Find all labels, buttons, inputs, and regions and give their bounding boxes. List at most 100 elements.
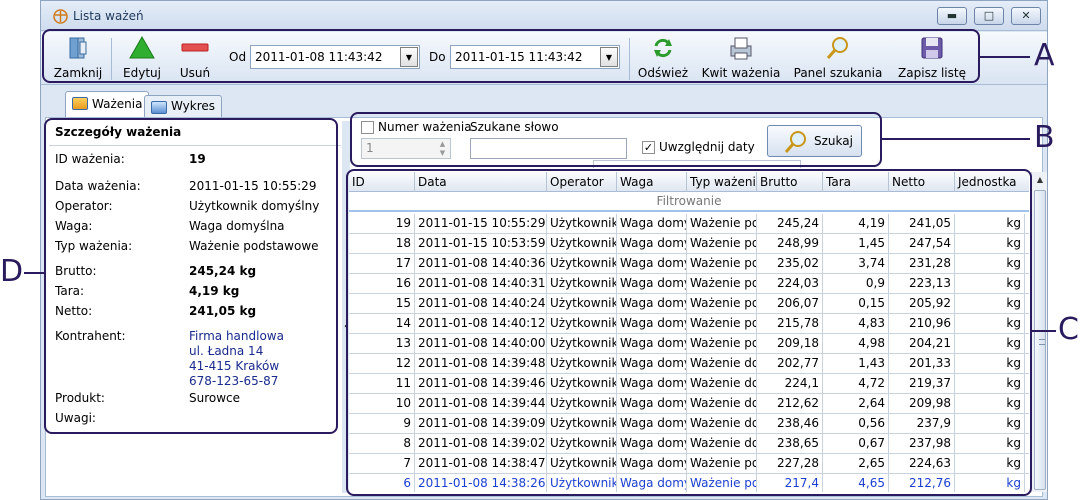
table-row[interactable]: 192011-01-15 10:55:29Użytkownik domyślny… [349,214,1029,234]
table-cell: kg [955,254,1025,274]
dropdown-arrow-icon[interactable]: ▼ [400,47,418,67]
search-word-input[interactable] [470,138,627,159]
table-cell: Ważenie dorywcze [687,434,757,454]
table-row[interactable]: 182011-01-15 10:53:59Użytkownik domyślny… [349,234,1029,254]
table-row[interactable]: 102011-01-08 14:39:44Użytkownik domyślny… [349,394,1029,414]
table-cell: 15 [349,294,415,314]
table-cell: Ważenie podstawowe [687,474,757,492]
search-panel-label: Panel szukania [793,66,883,80]
save-list-label: Zapisz listę [898,66,966,80]
table-cell: 227,28 [757,454,823,474]
table-cell: Ważenie dorywcze [687,414,757,434]
vertical-scrollbar[interactable]: ▲ [1031,172,1047,492]
table-cell: Ważenie podstawowe [687,314,757,334]
table-cell: 2,64 [823,394,889,414]
save-list-button[interactable]: Zapisz listę [893,35,971,83]
table-row[interactable]: 132011-01-08 14:40:00Użytkownik domyślny… [349,334,1029,354]
spin-down-icon[interactable]: ▼ [437,149,448,157]
table-cell: 223,13 [889,274,955,294]
table-row[interactable]: 142011-01-08 14:40:12Użytkownik domyślny… [349,314,1029,334]
to-date-combo[interactable]: 2011-01-15 11:43:42 ▼ [450,45,620,69]
table-cell: 245,24 [757,214,823,234]
table-cell: 2011-01-08 14:40:24 [415,294,547,314]
detail-label: Operator: [55,199,113,213]
table-cell: 19 [349,214,415,234]
table-row[interactable]: 62011-01-08 14:38:26Użytkownik domyślnyW… [349,474,1029,492]
panel-toggle-tab[interactable] [593,160,801,168]
grip-icon [1039,339,1045,345]
table-row[interactable]: 112011-01-08 14:39:46Użytkownik domyślny… [349,374,1029,394]
search-button-label: Szukaj [814,134,853,148]
column-header[interactable]: Brutto [757,175,823,189]
detail-label: Uwagi: [55,411,96,425]
minimize-button[interactable]: ▬ [937,7,967,25]
search-panel-button[interactable]: Panel szukania [791,35,885,83]
maximize-button[interactable]: □ [974,7,1004,25]
dropdown-arrow-icon[interactable]: ▼ [600,47,618,67]
number-checkbox[interactable] [361,121,374,134]
table-cell: 2011-01-08 14:39:09 [415,414,547,434]
magnifier-icon [784,131,806,153]
from-date-combo[interactable]: 2011-01-08 11:43:42 ▼ [250,45,420,69]
delete-button[interactable]: Usuń [173,35,217,83]
weighing-receipt-button[interactable]: Kwit ważenia [699,35,783,83]
scroll-thumb[interactable] [1034,190,1046,490]
column-header[interactable]: Operator [547,175,617,189]
table-cell: 205,92 [889,294,955,314]
details-divider [49,145,341,146]
toolbar-separator [629,38,630,80]
callout-leader-c [1032,330,1056,332]
table-cell: 237,98 [889,434,955,454]
search-button[interactable]: Szukaj [767,125,862,157]
table-row[interactable]: 82011-01-08 14:39:02Użytkownik domyślnyW… [349,434,1029,454]
table-cell: Użytkownik domyślny [547,474,617,492]
table-cell: Waga domyślna [617,254,687,274]
include-dates-checkbox[interactable]: ✓ [642,141,655,154]
detail-label: Netto: [55,304,93,318]
number-label: Numer ważenia [378,120,472,134]
contractor-address: Firma handlowa ul. Ładna 14 41-415 Krakó… [189,329,284,389]
table-cell: Waga domyślna [617,294,687,314]
table-row[interactable]: 122011-01-08 14:39:48Użytkownik domyślny… [349,354,1029,374]
column-header[interactable]: ID [349,175,415,189]
edit-button[interactable]: Edytuj [117,35,167,83]
table-cell: 235,02 [757,254,823,274]
column-header[interactable]: Jednostka [955,175,1025,189]
column-header[interactable]: Tara [823,175,889,189]
table-row[interactable]: 152011-01-08 14:40:24Użytkownik domyślny… [349,294,1029,314]
close-list-button[interactable]: Zamknij [51,35,105,83]
tab-wazenia[interactable]: Ważenia [65,91,150,117]
column-header[interactable]: Typ ważenia [687,175,757,189]
table-row[interactable]: 72011-01-08 14:38:47Użytkownik domyślnyW… [349,454,1029,474]
table-cell: 4,72 [823,374,889,394]
table-cell: 1,43 [823,354,889,374]
close-button[interactable]: ✕ [1011,7,1041,25]
table-cell: 231,28 [889,254,955,274]
table-cell: 241,05 [889,214,955,234]
table-cell: Użytkownik domyślny [547,334,617,354]
table-row[interactable]: 172011-01-08 14:40:36Użytkownik domyślny… [349,254,1029,274]
table-row[interactable]: 92011-01-08 14:39:09Użytkownik domyślnyW… [349,414,1029,434]
detail-label: Produkt: [55,391,105,405]
table-cell: 2011-01-08 14:40:31 [415,274,547,294]
table-cell: 224,63 [889,454,955,474]
detail-value: 245,24 kg [189,264,257,278]
table-row[interactable]: 162011-01-08 14:40:31Użytkownik domyślny… [349,274,1029,294]
chart-tab-icon [151,101,167,114]
refresh-button[interactable]: Odśwież [635,35,691,83]
table-cell: 6 [349,474,415,492]
detail-value: Waga domyślna [189,219,285,233]
table-cell: 247,54 [889,234,955,254]
column-header[interactable]: Waga [617,175,687,189]
column-header[interactable]: Netto [889,175,955,189]
tab-wykres[interactable]: Wykres [144,95,223,117]
spin-up-icon[interactable]: ▲ [437,140,448,148]
contractor-line: Firma handlowa [189,329,284,343]
tab-strip: Ważenia Wykres [41,91,1047,117]
table-cell: 7 [349,454,415,474]
table-cell: Użytkownik domyślny [547,314,617,334]
scroll-up-icon[interactable]: ▲ [1032,172,1048,188]
filter-row[interactable]: Filtrowanie [349,192,1029,212]
column-header[interactable]: Data [415,175,547,189]
number-spinner[interactable]: 1 ▲ ▼ [361,138,451,159]
